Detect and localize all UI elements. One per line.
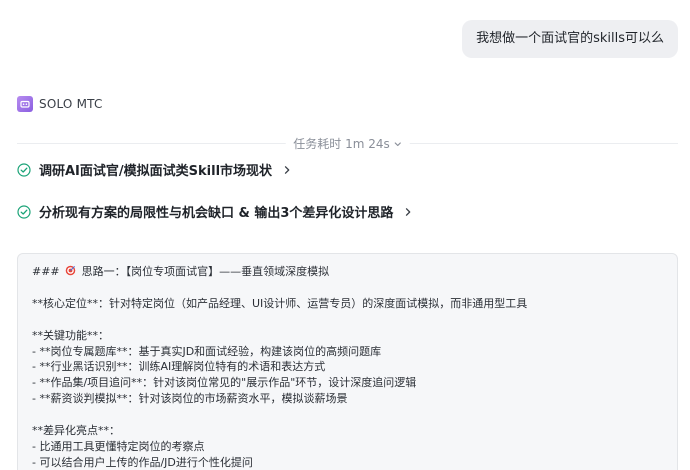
task-time-toggle[interactable]: 任务耗时 1m 24s [285, 135, 410, 152]
user-message-bubble: 我想做一个面试官的skills可以么 [462, 20, 678, 58]
step-label: 调研AI面试官/模拟面试类Skill市场现状 [39, 164, 273, 179]
target-icon [65, 265, 76, 276]
chevron-down-icon [394, 141, 401, 146]
output-line: - 可以结合用户上传的作品/JD进行个性化提问 [32, 455, 253, 469]
task-time-divider: 任务耗时 1m 24s [17, 135, 678, 152]
step-item-analysis[interactable]: 分析现有方案的局限性与机会缺口 & 输出3个差异化设计思路 [17, 202, 413, 221]
output-line: **差异化亮点**： [32, 424, 120, 438]
task-time-label: 任务耗时 1m 24s [293, 137, 390, 151]
output-line: **核心定位**：针对特定岗位（如产品经理、UI设计师、运营专员）的深度面试模拟… [32, 296, 528, 310]
check-circle-icon [17, 204, 31, 219]
output-line: - **作品集/项目追问**：针对该岗位常见的"展示作品"环节，设计深度追问逻辑 [32, 376, 417, 390]
step-label: 分析现有方案的局限性与机会缺口 & 输出3个差异化设计思路 [39, 206, 394, 221]
check-circle-icon [17, 162, 31, 177]
output-line: **关键功能**： [32, 328, 109, 342]
output-line: - **薪资谈判模拟**：针对该岗位的市场薪资水平，模拟谈薪场景 [32, 392, 348, 406]
chevron-right-icon [406, 207, 411, 216]
chevron-right-icon [284, 165, 290, 174]
agent-name: SOLO MTC [39, 97, 103, 111]
step-item-research[interactable]: 调研AI面试官/模拟面试类Skill市场现状 [17, 160, 292, 179]
output-line: - **岗位专属题库**：基于真实JD和面试经验，构建该岗位的高频问题库 [32, 344, 382, 358]
heading-text: 思路一：【岗位专项面试官】——垂直领域深度模拟 [78, 265, 330, 278]
output-line: - 比通用工具更懂特定岗位的考察点 [32, 439, 205, 453]
output-heading: ### 思路一：【岗位专项面试官】——垂直领域深度模拟 [32, 264, 663, 280]
robot-icon [17, 96, 33, 112]
agent-header: SOLO MTC [17, 96, 103, 112]
output-line: - **行业黑话识别**：训练AI理解岗位特有的术语和表达方式 [32, 360, 326, 374]
heading-prefix: ### [32, 265, 64, 278]
output-code-block[interactable]: ### 思路一：【岗位专项面试官】——垂直领域深度模拟 **核心定位**：针对特… [17, 253, 678, 470]
